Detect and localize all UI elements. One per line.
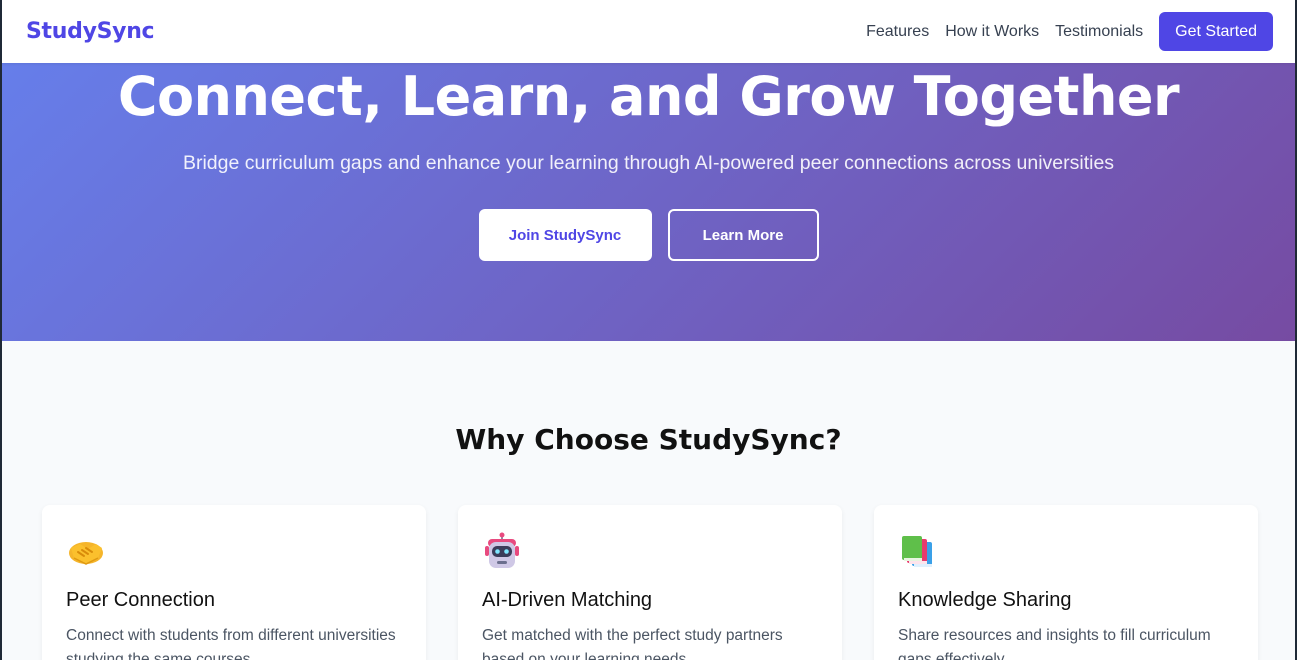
landing-page: StudySync Features How it Works Testimon… <box>0 0 1297 660</box>
feature-card-description: Connect with students from different uni… <box>66 627 396 660</box>
navbar: StudySync Features How it Works Testimon… <box>2 0 1295 63</box>
nav-link-features[interactable]: Features <box>866 23 929 41</box>
hero-subtitle: Bridge curriculum gaps and enhance your … <box>182 152 1115 174</box>
features-title: Why Choose StudySync? <box>455 423 842 456</box>
robot-icon <box>485 532 519 568</box>
hero-title: Connect, Learn, and Grow Together <box>117 65 1180 128</box>
feature-card-title: Peer Connection <box>66 589 215 611</box>
books-icon <box>902 536 932 567</box>
feature-card-ai-matching: AI-Driven Matching Get matched with the … <box>458 505 842 660</box>
feature-card-title: AI-Driven Matching <box>482 589 653 611</box>
join-button[interactable]: Join StudySync <box>478 209 652 261</box>
feature-card-description: Get matched with the perfect study partn… <box>482 627 783 660</box>
feature-card-knowledge-sharing: Knowledge Sharing Share resources and in… <box>874 505 1258 660</box>
nav-link-testimonials[interactable]: Testimonials <box>1055 23 1143 41</box>
handshake-icon <box>69 542 103 565</box>
features-section: Why Choose StudySync? Peer Connection Co… <box>2 341 1295 660</box>
nav-links: Features How it Works Testimonials Get S… <box>850 12 1273 51</box>
nav-link-how-it-works[interactable]: How it Works <box>945 23 1039 41</box>
logo[interactable]: StudySync <box>26 19 155 44</box>
feature-card-title: Knowledge Sharing <box>898 589 1072 611</box>
hero-section: Connect, Learn, and Grow Together Bridge… <box>2 63 1295 341</box>
hero-buttons: Join StudySync Learn More <box>2 209 1295 261</box>
get-started-button[interactable]: Get Started <box>1159 12 1273 51</box>
feature-card-description: Share resources and insights to fill cur… <box>898 627 1211 660</box>
learn-more-button[interactable]: Learn More <box>667 209 819 261</box>
feature-card-peer-connection: Peer Connection Connect with students fr… <box>42 505 426 660</box>
